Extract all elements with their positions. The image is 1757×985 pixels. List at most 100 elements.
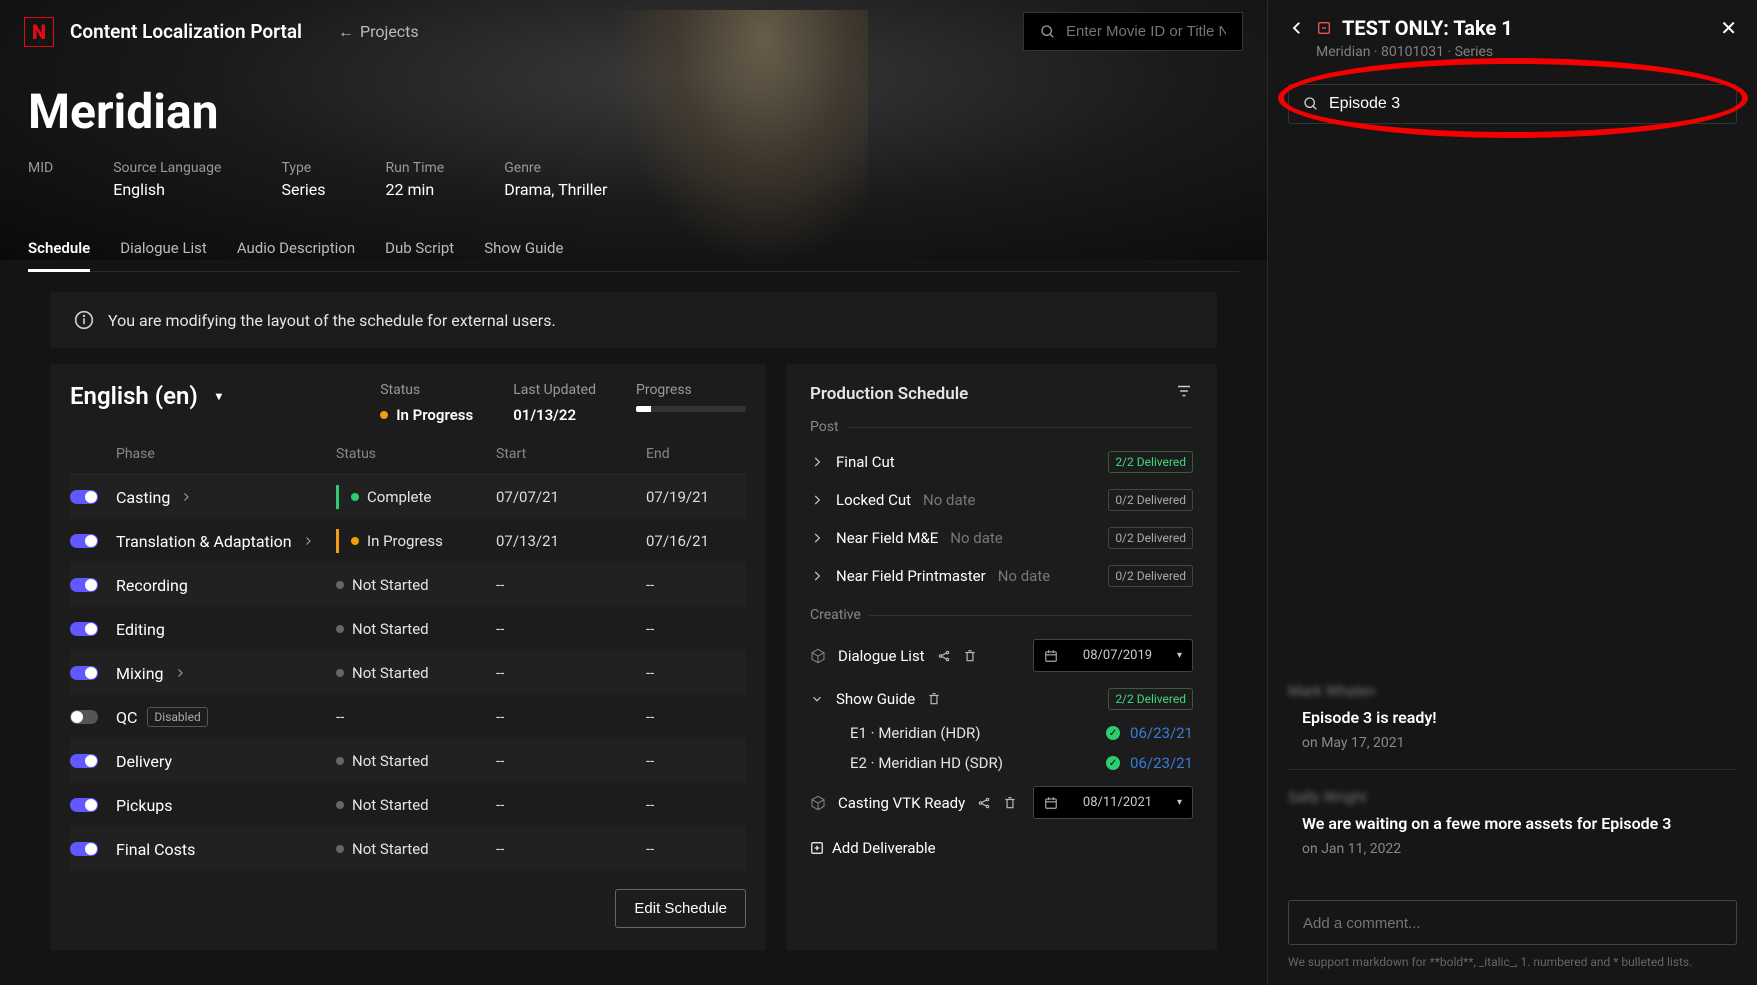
phase-status: Not Started [336,664,429,682]
arrow-left-icon: ← [338,22,354,42]
phase-name: Recording [116,576,326,595]
phase-name: Mixing [116,664,326,683]
side-search[interactable] [1288,84,1737,124]
add-deliverable-button[interactable]: Add Deliverable [810,839,1193,857]
trash-icon[interactable] [1003,796,1017,810]
title-badge-icon [1316,20,1332,36]
meta-row: MID Source Language English Type Series … [28,160,1239,199]
episode-date[interactable]: 06/23/21 [1130,724,1193,742]
phase-toggle[interactable] [70,842,98,856]
meta-type: Type Series [281,160,325,199]
post-item-name: Near Field PrintmasterNo date [836,567,1096,585]
delivered-badge: 0/2 Delivered [1108,527,1193,549]
language-select[interactable]: English (en) ▾ [70,382,222,410]
status-dot-icon [351,537,359,545]
status-dot-icon [336,669,344,677]
progress-block: Progress [636,382,746,412]
status-dot-icon [351,493,359,501]
phase-start: -- [496,796,636,814]
check-icon: ✓ [1106,726,1120,740]
phase-status: Not Started [336,576,429,594]
phase-status: In Progress [351,532,443,550]
tab-show-guide[interactable]: Show Guide [484,227,563,271]
share-icon[interactable] [977,796,991,810]
share-icon[interactable] [937,649,951,663]
phase-toggle[interactable] [70,710,98,724]
app-title: Content Localization Portal [70,20,302,43]
episode-date[interactable]: 06/23/21 [1130,754,1193,772]
trash-icon[interactable] [963,649,977,663]
phase-name: Editing [116,620,326,639]
chevron-right-icon[interactable] [810,531,824,545]
delivered-badge: 0/2 Delivered [1108,565,1193,587]
chevron-right-icon[interactable] [174,664,186,683]
side-panel-subtitle: Meridian · 80101031 · Series [1316,44,1737,60]
meta-source-language: Source Language English [113,160,221,199]
phase-toggle[interactable] [70,798,98,812]
phase-end: -- [646,576,746,594]
phase-end: -- [646,752,746,770]
phase-row: CastingComplete07/07/2107/19/21 [70,475,746,519]
tab-schedule[interactable]: Schedule [28,227,90,272]
phase-end: -- [646,664,746,682]
phase-status: Not Started [336,796,429,814]
phase-end: -- [646,796,746,814]
phase-name: Translation & Adaptation [116,532,326,551]
search-icon [1303,96,1319,112]
search-input[interactable] [1066,23,1226,40]
chevron-down-icon[interactable] [810,692,824,706]
phase-row: RecordingNot Started---- [70,563,746,607]
phase-toggle[interactable] [70,578,98,592]
chevron-right-icon[interactable] [810,455,824,469]
logo-icon: N [24,17,54,47]
side-search-input[interactable] [1329,95,1722,113]
episode-name: E2 · Meridian HD (SDR) [850,754,1096,772]
projects-back-link[interactable]: ← Projects [338,22,419,42]
tab-dub-script[interactable]: Dub Script [385,227,454,271]
post-item-row: Near Field M&ENo date0/2 Delivered [810,519,1193,557]
close-icon[interactable]: ✕ [1720,16,1737,40]
phase-toggle[interactable] [70,754,98,768]
phase-name: Final Costs [116,840,326,859]
phase-table-header: Phase Status Start End [70,436,746,475]
chevron-right-icon[interactable] [180,488,192,507]
phase-start: -- [496,840,636,858]
casting-vtk-date-picker[interactable]: 08/11/2021 ▾ [1033,786,1193,819]
trash-icon[interactable] [927,692,941,706]
edit-schedule-button[interactable]: Edit Schedule [615,889,746,928]
post-item-name: Final Cut [836,453,1096,471]
calendar-icon [1044,649,1058,663]
dialogue-list-date-picker[interactable]: 08/07/2019 ▾ [1033,639,1193,672]
global-search[interactable] [1023,12,1243,51]
post-item-date: No date [998,567,1050,585]
post-item-date: No date [923,491,975,509]
check-icon: ✓ [1106,756,1120,770]
comment-input[interactable] [1288,900,1737,945]
episode-row: E1 · Meridian (HDR)✓06/23/21 [810,718,1193,748]
phase-end: 07/16/21 [646,532,746,550]
phase-toggle[interactable] [70,622,98,636]
title-name: Meridian [28,83,1239,140]
post-item-row: Final Cut2/2 Delivered [810,443,1193,481]
comment-input-field[interactable] [1303,915,1722,932]
status-block: Status In Progress [380,382,473,424]
phase-row: MixingNot Started---- [70,651,746,695]
progress-bar [636,406,746,412]
chevron-right-icon[interactable] [302,532,314,551]
chevron-right-icon[interactable] [810,569,824,583]
phase-toggle[interactable] [70,490,98,504]
chevron-right-icon[interactable] [810,493,824,507]
filter-icon[interactable] [1175,382,1193,405]
phase-row: PickupsNot Started---- [70,783,746,827]
chevron-left-icon[interactable] [1288,19,1306,37]
phase-end: -- [646,840,746,858]
tab-dialogue-list[interactable]: Dialogue List [120,227,207,271]
phase-name: Casting [116,488,326,507]
phase-status: Not Started [336,620,429,638]
phase-toggle[interactable] [70,534,98,548]
comment-body: Episode 3 is ready! [1302,708,1737,727]
phase-row: EditingNot Started---- [70,607,746,651]
phase-toggle[interactable] [70,666,98,680]
status-dot-icon [336,757,344,765]
tab-audio-description[interactable]: Audio Description [237,227,355,271]
